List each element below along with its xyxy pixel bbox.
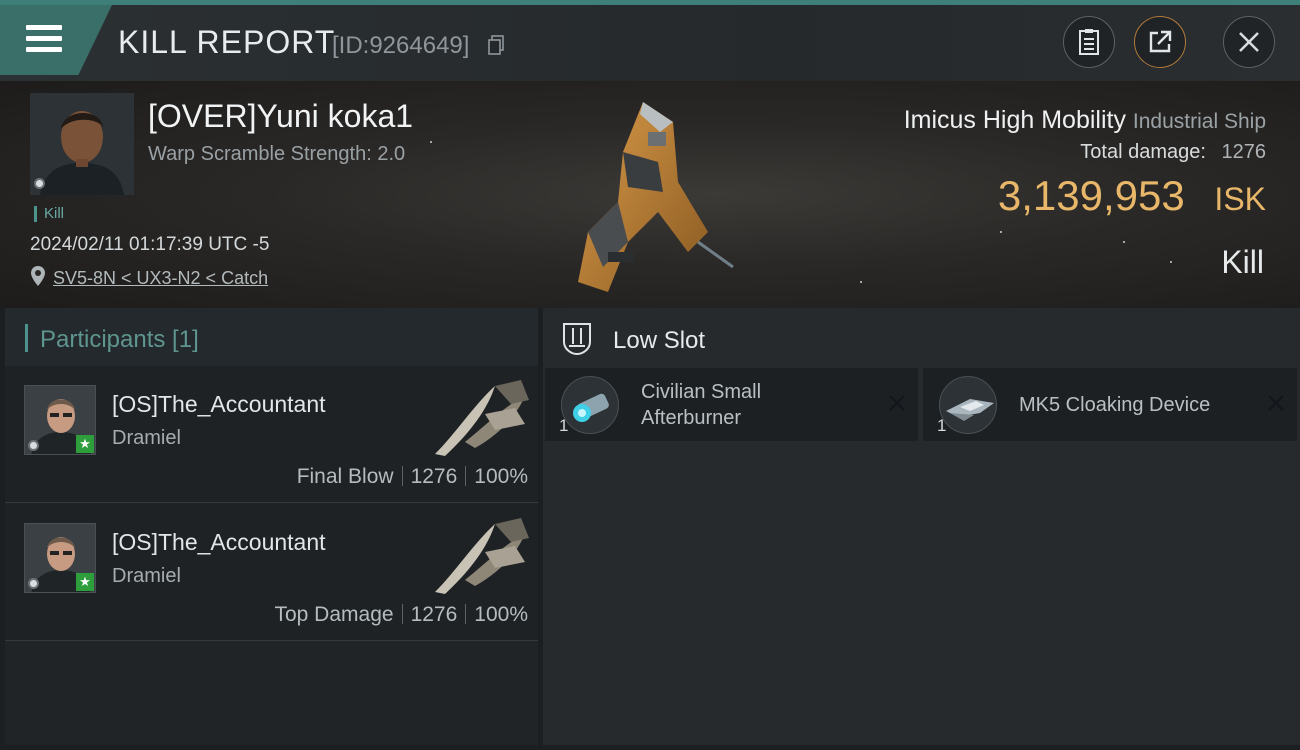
corp-icon (28, 578, 39, 589)
location-pin-icon (31, 266, 45, 286)
share-button[interactable] (1134, 16, 1186, 68)
participant-row[interactable]: ★ [OS]The_Accountant Dramiel Top Damage 1… (5, 504, 538, 641)
participant-damage: 1276 (410, 603, 458, 626)
star-badge-icon: ★ (76, 435, 94, 453)
close-button[interactable] (1223, 16, 1275, 68)
clipboard-icon (1079, 29, 1099, 55)
participant-role: Top Damage (274, 603, 394, 626)
victim-ship-image (578, 102, 734, 292)
module-item[interactable]: 1 MK5 Cloaking Device (923, 368, 1297, 441)
participants-header: Participants [1] (5, 308, 538, 366)
dramiel-ship-icon (435, 518, 529, 594)
cloaking-device-icon (939, 376, 997, 434)
participants-label: Participants [1] (40, 326, 199, 353)
isk-amount: 3,139,953 (997, 172, 1185, 219)
participant-ship: Dramiel (112, 427, 181, 449)
isk-unit: ISK (1214, 181, 1266, 217)
module-name-line: MK5 Cloaking Device (1019, 394, 1211, 416)
module-name: MK5 Cloaking Device (1019, 392, 1210, 418)
fitting-panel: Low Slot 1 Civilian Small Afterburner 1 … (543, 308, 1300, 745)
participant-percent: 100% (474, 465, 528, 488)
low-slot-header: Low Slot (543, 308, 1300, 366)
corp-icon (28, 440, 39, 451)
low-slot-title: Low Slot (613, 327, 706, 354)
total-damage-label: Total damage: (1080, 141, 1206, 163)
corp-icon (34, 178, 45, 189)
participant-percent: 100% (474, 603, 528, 626)
copy-icon[interactable] (488, 35, 504, 55)
victim-ship-name[interactable]: Imicus High Mobility Industrial Ship (904, 106, 1266, 135)
low-slot-icon (563, 323, 591, 356)
module-name: Civilian Small Afterburner (641, 379, 761, 431)
share-icon (1149, 30, 1172, 53)
victim-pilot-name[interactable]: [OVER]Yuni koka1 (148, 98, 413, 135)
participant-stats: Final Blow 1276 100% (297, 465, 528, 489)
victim-portrait-image (30, 93, 134, 195)
participant-row[interactable]: ★ [OS]The_Accountant Dramiel Final Blow 1… (5, 366, 538, 503)
page-title: KILL REPORT (118, 24, 336, 60)
module-item[interactable]: 1 Civilian Small Afterburner (545, 368, 918, 441)
participant-role: Final Blow (296, 465, 394, 488)
close-icon (1239, 32, 1259, 52)
ship-name-text: Imicus High Mobility (903, 106, 1126, 134)
participant-name[interactable]: [OS]The_Accountant (112, 529, 326, 556)
participant-avatar[interactable]: ★ (24, 385, 96, 455)
kill-result: Kill (1221, 244, 1264, 280)
kill-type-tag: Kill (34, 206, 64, 222)
isk-value: 3,139,953 ISK (998, 172, 1266, 220)
kill-datetime: 2024/02/11 01:17:39 UTC -5 (30, 234, 270, 255)
total-damage: Total damage: 1276 (1080, 141, 1266, 164)
star-badge-icon: ★ (76, 573, 94, 591)
module-name-line: Afterburner (641, 407, 742, 429)
dramiel-ship-icon (435, 380, 529, 456)
participant-stats: Top Damage 1276 100% (274, 603, 528, 627)
victim-portrait[interactable] (30, 93, 134, 195)
total-damage-value: 1276 (1221, 141, 1267, 163)
close-icon[interactable] (888, 394, 906, 412)
warp-scramble-strength: Warp Scramble Strength: 2.0 (148, 143, 406, 165)
ship-class-text: Industrial Ship (1132, 110, 1266, 133)
module-quantity: 1 (559, 416, 569, 435)
participant-avatar[interactable]: ★ (24, 523, 96, 593)
hamburger-menu-icon (26, 25, 62, 55)
module-name-line: Civilian Small (641, 381, 762, 403)
afterburner-icon (561, 376, 619, 434)
close-icon[interactable] (1267, 394, 1285, 412)
participant-ship: Dramiel (112, 565, 181, 587)
kill-location-link[interactable]: SV5-8N < UX3-N2 < Catch (53, 268, 268, 289)
report-id: [ID:9264649] (332, 32, 470, 59)
participant-name[interactable]: [OS]The_Accountant (112, 391, 326, 418)
participants-panel: Participants [1] ★ [OS]The_Accountant Dr… (5, 308, 538, 745)
module-quantity: 1 (937, 416, 947, 435)
participant-damage: 1276 (410, 465, 458, 488)
clipboard-button[interactable] (1063, 16, 1115, 68)
